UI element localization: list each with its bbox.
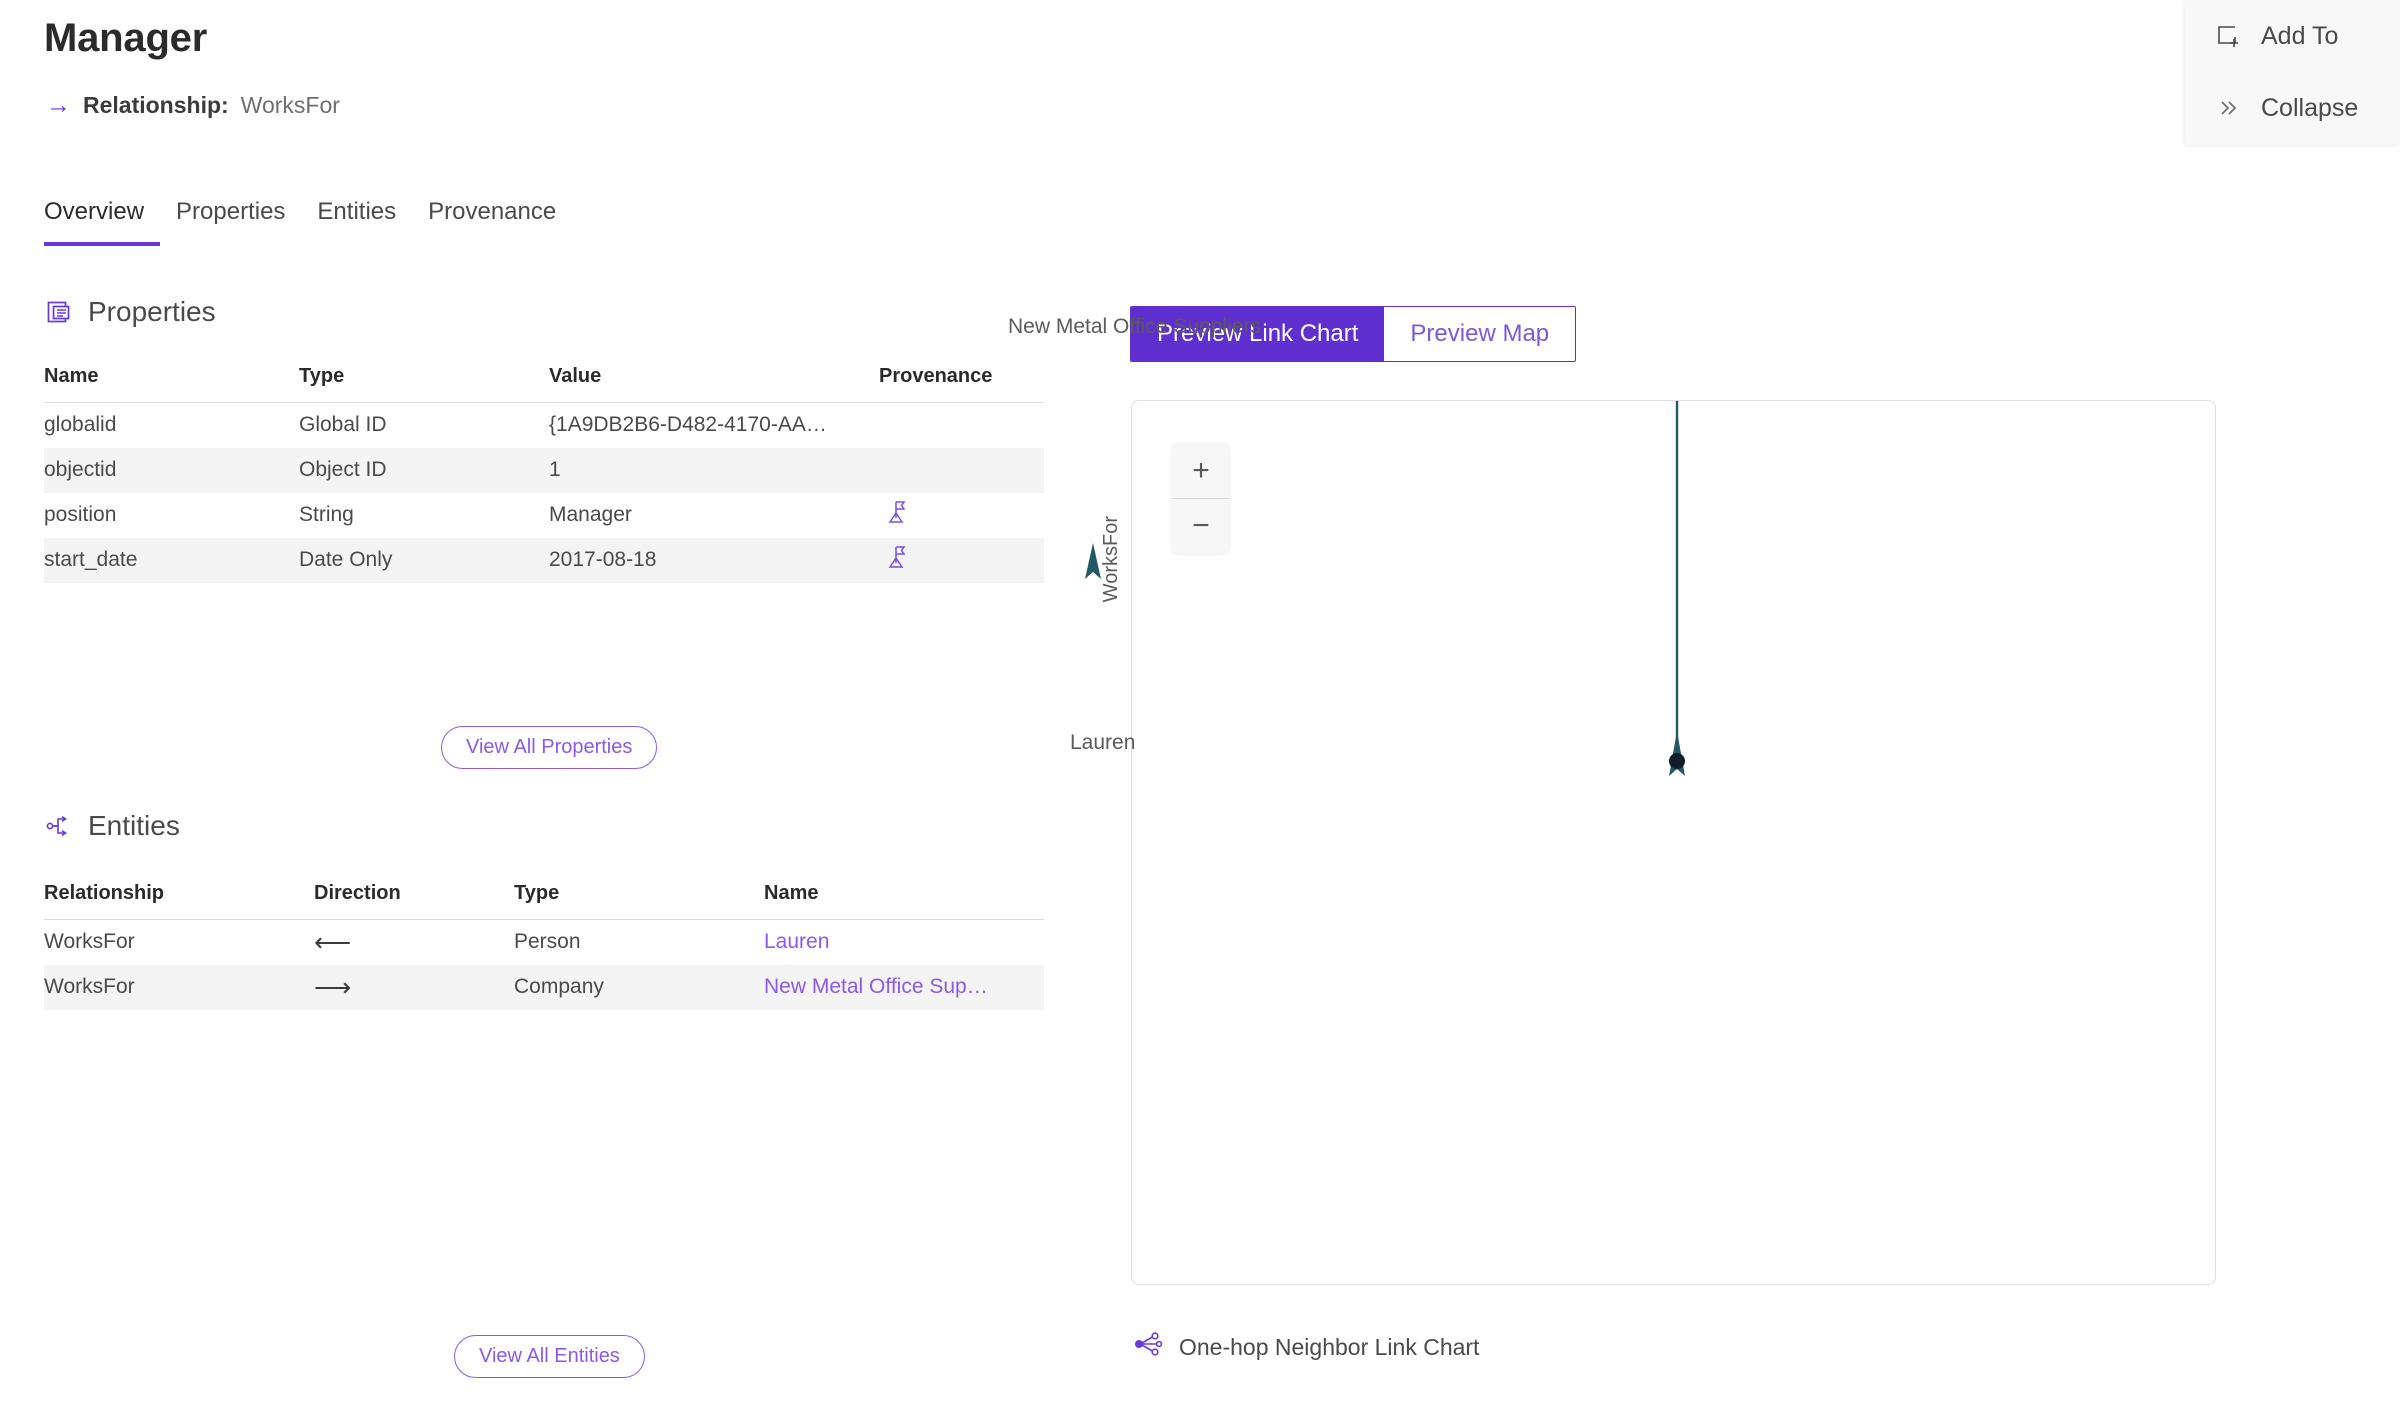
arrow-right-icon: → (46, 91, 71, 119)
entities-section-header: Entities (44, 810, 180, 842)
app-root: Add To Collapse Manager → Relationship: … (0, 0, 2400, 1401)
collapse-button[interactable]: Collapse (2185, 72, 2400, 144)
entities-table: Relationship Direction Type Name WorksFo… (44, 882, 1044, 1010)
prop-name: globalid (44, 413, 117, 437)
prop-type: String (299, 503, 354, 526)
provenance-flag-icon[interactable] (885, 501, 911, 531)
table-row[interactable]: WorksFor ⟶ Company New Metal Office Sup… (44, 964, 1044, 1010)
provenance-flag-icon[interactable] (885, 546, 911, 576)
action-panel: Add To Collapse (2185, 0, 2400, 145)
table-row[interactable]: position String Manager (44, 493, 1044, 538)
page-title: Manager (44, 16, 208, 60)
node-label-company: New Metal Office Suppliers (1008, 315, 1261, 338)
prop-provenance (879, 538, 1044, 583)
add-to-label: Add To (2261, 21, 2339, 50)
col-provenance: Provenance (879, 365, 1044, 403)
relationship-value: WorksFor (240, 92, 340, 118)
node-label-person: Lauren (1070, 731, 1136, 754)
col-type: Type (514, 882, 764, 920)
entity-type: Company (514, 975, 604, 998)
prop-type: Date Only (299, 548, 393, 571)
chart-caption: One-hop Neighbor Link Chart (1133, 1330, 1479, 1364)
tab-bar: Overview Properties Entities Provenance (44, 198, 572, 246)
tab-provenance[interactable]: Provenance (412, 198, 572, 246)
prop-name: position (44, 503, 117, 526)
table-row[interactable]: globalid Global ID {1A9DB2B6-D482-4170-A… (44, 403, 1044, 448)
entities-link-icon (44, 811, 74, 841)
prop-provenance (879, 403, 1044, 448)
col-name: Name (764, 882, 1044, 920)
table-header-row: Relationship Direction Type Name (44, 882, 1044, 920)
entity-name-link[interactable]: New Metal Office Sup… (764, 965, 1044, 1010)
relationship-label: Relationship: (83, 92, 229, 118)
view-all-entities-button[interactable]: View All Entities (454, 1335, 645, 1378)
collapse-label: Collapse (2261, 93, 2359, 122)
add-to-icon (2213, 21, 2243, 51)
tab-entities[interactable]: Entities (301, 198, 412, 246)
tab-overview[interactable]: Overview (44, 198, 161, 246)
entity-direction: ⟵ (314, 926, 352, 957)
entity-name-link[interactable]: Lauren (764, 920, 1044, 965)
prop-name: objectid (44, 458, 117, 481)
col-type: Type (299, 365, 549, 403)
tab-preview-map[interactable]: Preview Map (1384, 307, 1576, 361)
view-all-properties-button[interactable]: View All Properties (441, 726, 658, 769)
prop-type: Global ID (299, 413, 387, 437)
entity-relationship: WorksFor (44, 930, 135, 954)
properties-document-icon (44, 297, 74, 327)
prop-provenance (879, 493, 1044, 538)
link-chart-panel[interactable]: + − (1131, 400, 2216, 1285)
entity-direction: ⟶ (314, 971, 352, 1002)
col-direction: Direction (314, 882, 514, 920)
prop-value: 1 (549, 458, 561, 481)
prop-type: Object ID (299, 458, 387, 481)
prop-value: Manager (549, 503, 632, 526)
table-row[interactable]: objectid Object ID 1 (44, 447, 1044, 493)
chart-caption-label: One-hop Neighbor Link Chart (1179, 1333, 1480, 1360)
properties-heading: Properties (88, 296, 216, 327)
chevron-double-right-icon (2213, 93, 2243, 123)
table-header-row: Name Type Value Provenance (44, 365, 1044, 403)
prop-provenance (879, 448, 1044, 493)
entity-type: Person (514, 930, 581, 954)
breadcrumb: → Relationship: WorksFor (46, 92, 340, 119)
table-row[interactable]: start_date Date Only 2017-08-18 (44, 537, 1044, 583)
col-relationship: Relationship (44, 882, 314, 920)
add-to-button[interactable]: Add To (2185, 0, 2400, 72)
prop-value: 2017-08-18 (549, 548, 657, 571)
col-value: Value (549, 365, 879, 403)
table-row[interactable]: WorksFor ⟵ Person Lauren (44, 920, 1044, 965)
entities-heading: Entities (88, 810, 180, 841)
entity-relationship: WorksFor (44, 975, 135, 998)
tab-properties[interactable]: Properties (160, 198, 301, 246)
graph-layer (1132, 401, 2215, 1284)
link-chart-icon (1133, 1330, 1163, 1364)
properties-section-header: Properties (44, 296, 216, 328)
properties-table: Name Type Value Provenance globalid Glob… (44, 365, 1044, 583)
prop-value: {1A9DB2B6-D482-4170-AA… (549, 413, 827, 437)
edge-arrow-icon (1085, 543, 1101, 579)
col-name: Name (44, 365, 299, 403)
prop-name: start_date (44, 548, 138, 571)
